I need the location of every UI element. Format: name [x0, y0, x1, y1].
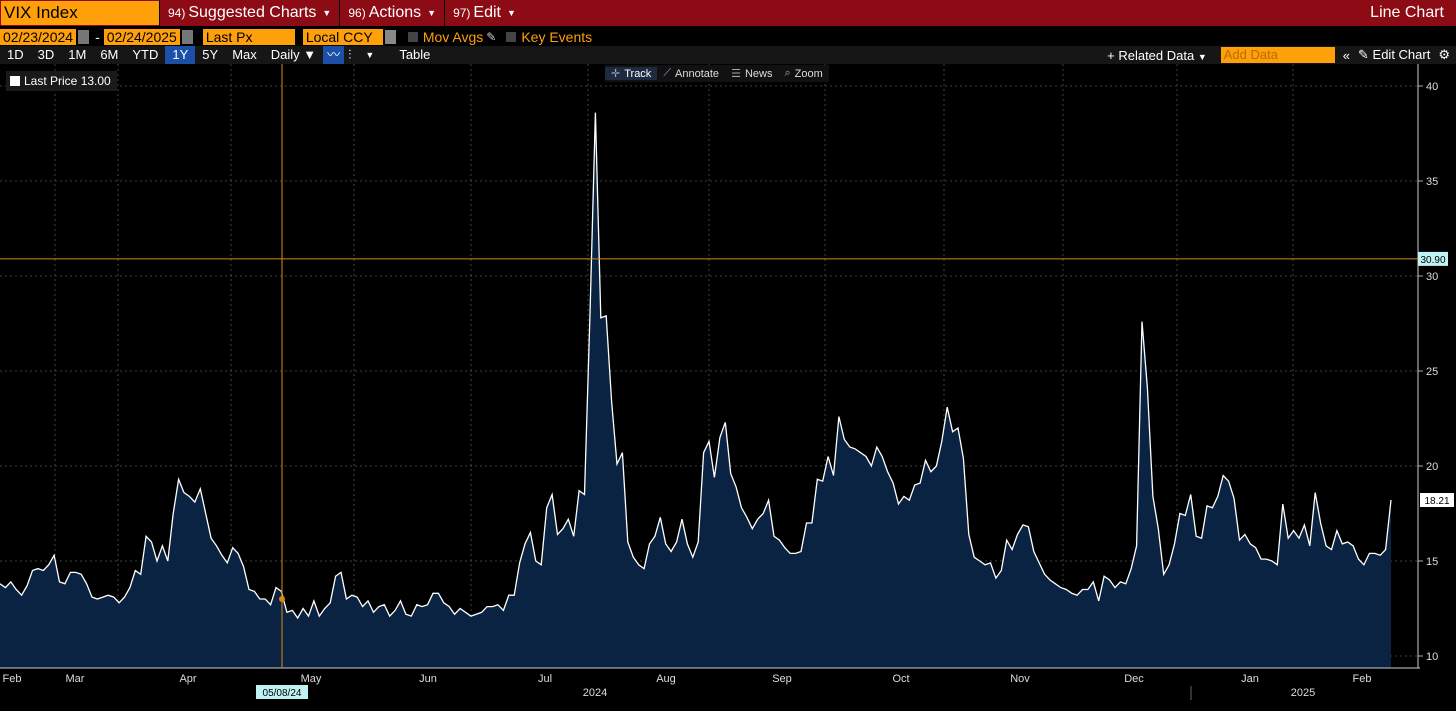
x-tick-label: Oct	[892, 673, 909, 685]
crosshair-point	[279, 596, 285, 602]
crosshair-icon: ✛	[611, 68, 621, 80]
x-tick-label: May	[301, 673, 322, 685]
x-tick-label: Jul	[538, 673, 552, 685]
period-ytd-button[interactable]: YTD	[125, 46, 165, 64]
y-tick-label: 35	[1426, 176, 1438, 188]
actions-menu[interactable]: 96) Actions ▼	[339, 0, 444, 26]
tool-label: Zoom	[794, 67, 823, 80]
line-chart-icon[interactable]: 〰	[323, 46, 345, 64]
legend: Last Price 13.00	[6, 71, 117, 91]
chevron-down-icon: ▼	[1197, 51, 1207, 62]
end-date-input[interactable]: 02/24/2025	[103, 29, 180, 45]
bar-chart-icon[interactable]: ⫶	[344, 46, 355, 64]
period-1d-button[interactable]: 1D	[0, 46, 31, 64]
period-5y-button[interactable]: 5Y	[195, 46, 225, 64]
field-select[interactable]: Last Px	[202, 29, 295, 45]
period-1m-button[interactable]: 1M	[61, 46, 93, 64]
key-events-label: Key Events	[521, 29, 593, 45]
y-tick-label: 15	[1426, 556, 1438, 568]
y-tick-label: 30	[1426, 271, 1438, 283]
date-controls-row: 02/23/2024 - 02/24/2025 Last Px Local CC…	[0, 28, 1456, 46]
right-toolbar: + Related Data ▼ Add Data « ✎ Edit Chart…	[1107, 47, 1456, 63]
key-events-checkbox[interactable]	[506, 32, 517, 42]
x-tick-label: Feb	[3, 673, 22, 685]
y-tick-label: 25	[1426, 366, 1438, 378]
frequency-label: Daily	[270, 47, 300, 62]
top-menu-bar: VIX Index 94) Suggested Charts ▼ 96) Act…	[0, 0, 1456, 26]
mov-avgs-checkbox[interactable]	[407, 32, 418, 42]
crosshair-date-label: 05/08/24	[263, 688, 302, 699]
legend-value: 13.00	[80, 74, 111, 88]
news-tool[interactable]: ☰ News	[725, 67, 778, 81]
zoom-tool[interactable]: ⌕ Zoom	[778, 67, 828, 80]
mov-avgs-label: Mov Avgs	[422, 29, 484, 45]
pencil-icon[interactable]: ✎	[486, 30, 496, 44]
chevron-down-icon: ▼	[427, 8, 437, 18]
crosshair-price-label: 30.90	[1420, 255, 1445, 266]
x-tick-label: Aug	[656, 673, 676, 685]
y-tick-label: 20	[1426, 461, 1438, 473]
tool-label: Annotate	[675, 67, 720, 80]
legend-swatch	[10, 76, 20, 86]
calendar-icon[interactable]	[181, 30, 193, 44]
period-6m-button[interactable]: 6M	[93, 46, 125, 64]
x-tick-label: Feb	[1353, 673, 1372, 685]
year-label: 2024	[583, 687, 607, 699]
annotate-icon: ⟋	[663, 67, 672, 79]
menu-label: Edit	[473, 4, 501, 21]
x-tick-label: Nov	[1010, 673, 1030, 685]
menu-label: Actions	[368, 4, 422, 21]
chart-tools: ✛ Track ⟋ Annotate ☰ News ⌕ Zoom	[605, 65, 829, 82]
tool-label: News	[744, 67, 773, 80]
legend-label: Last Price	[24, 74, 78, 88]
date-separator: -	[95, 29, 100, 45]
chevron-down-icon[interactable]	[384, 30, 396, 44]
collapse-icon[interactable]: «	[1343, 48, 1350, 63]
period-toolbar: 1D 3D 1M 6M YTD 1Y 5Y Max Daily ▼ 〰 ⫶ ▼ …	[0, 46, 1456, 64]
period-3d-button[interactable]: 3D	[31, 46, 62, 64]
chevron-down-icon: ▼	[507, 8, 516, 18]
period-max-button[interactable]: Max	[225, 46, 264, 64]
frequency-select[interactable]: Daily ▼	[264, 46, 323, 64]
x-tick-label: Jan	[1241, 673, 1259, 685]
edit-chart-label: Edit Chart	[1372, 47, 1431, 62]
menu-number: 94)	[168, 6, 186, 20]
menu-label: Suggested Charts	[188, 4, 317, 21]
related-data-label: Related Data	[1118, 47, 1195, 63]
track-tool[interactable]: ✛ Track	[605, 67, 658, 80]
y-tick-label: 10	[1426, 651, 1438, 663]
zoom-icon: ⌕	[784, 67, 791, 79]
price-area-fill	[0, 112, 1391, 669]
annotate-tool[interactable]: ⟋ Annotate	[657, 67, 725, 80]
edit-chart-button[interactable]: ✎ Edit Chart	[1358, 47, 1430, 63]
x-tick-label: Jun	[419, 673, 437, 685]
pencil-icon: ✎	[1358, 47, 1369, 62]
year-label: 2025	[1291, 687, 1315, 699]
x-tick-label: Apr	[179, 673, 196, 685]
period-1y-button[interactable]: 1Y	[165, 46, 196, 64]
x-tick-label: Mar	[66, 673, 85, 685]
add-data-input[interactable]: Add Data	[1220, 47, 1335, 63]
suggested-charts-menu[interactable]: 94) Suggested Charts ▼	[159, 0, 339, 26]
menu-number: 96)	[348, 6, 366, 20]
start-date-input[interactable]: 02/23/2024	[0, 29, 77, 45]
price-chart[interactable]: 10152025303540Feb Mar Apr May Jun Jul Aug Sep Oc…	[0, 64, 1456, 711]
last-price-label: 18.21	[1424, 496, 1449, 507]
table-button[interactable]: Table	[392, 46, 437, 64]
related-data-button[interactable]: + Related Data ▼	[1107, 48, 1207, 63]
menu-number: 97)	[453, 6, 471, 20]
chevron-down-icon: ▼	[322, 8, 332, 18]
edit-menu[interactable]: 97) Edit ▼	[444, 0, 524, 26]
news-icon: ☰	[731, 68, 741, 80]
chart-type-title: Line Chart	[1370, 4, 1444, 21]
calendar-icon[interactable]	[78, 30, 90, 44]
gear-icon[interactable]: ⚙	[1438, 47, 1450, 63]
ticker-field[interactable]: VIX Index	[1, 1, 159, 25]
chevron-down-icon[interactable]: ▼	[355, 46, 384, 64]
x-tick-label: Sep	[772, 673, 792, 685]
currency-select[interactable]: Local CCY	[302, 29, 383, 45]
y-tick-label: 40	[1426, 81, 1438, 93]
x-tick-label: Dec	[1124, 673, 1144, 685]
tool-label: Track	[624, 67, 652, 80]
